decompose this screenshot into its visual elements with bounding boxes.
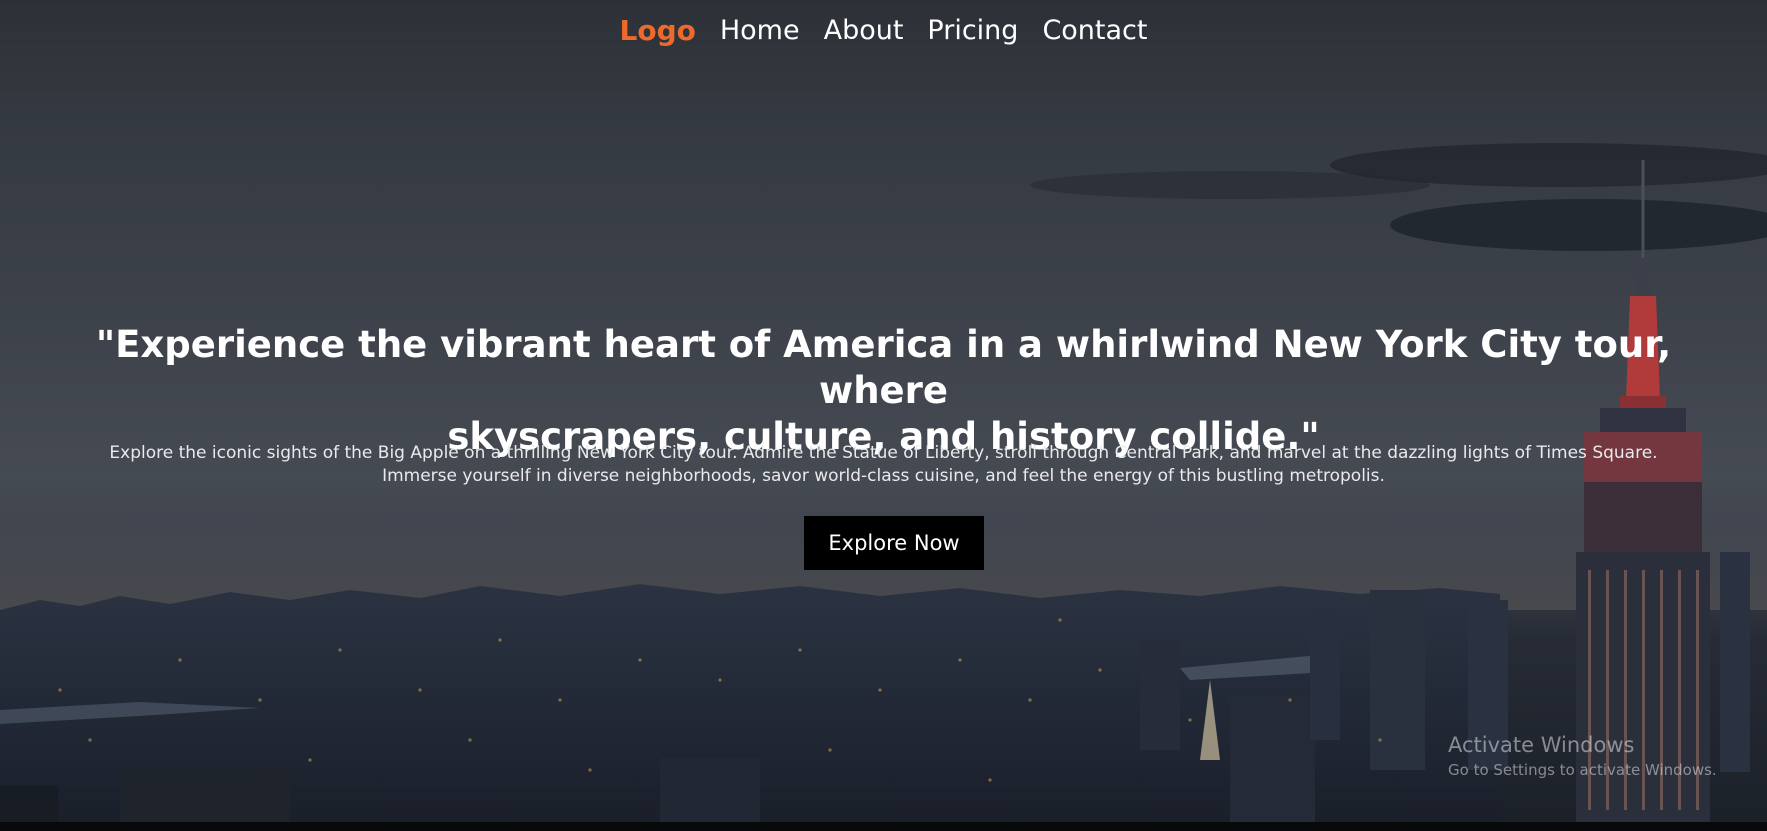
hero-section: Logo Home About Pricing Contact "Experie… — [0, 0, 1767, 822]
hero-headline: "Experience the vibrant heart of America… — [60, 322, 1707, 460]
activate-windows-watermark: Activate Windows Go to Settings to activ… — [1448, 733, 1717, 779]
logo[interactable]: Logo — [620, 14, 696, 47]
nav-link-about[interactable]: About — [824, 15, 904, 46]
top-nav: Logo Home About Pricing Contact — [0, 14, 1767, 47]
description-line-2: Immerse yourself in diverse neighborhood… — [382, 466, 1385, 486]
description-line-1: Explore the iconic sights of the Big App… — [109, 443, 1658, 463]
hero-description: Explore the iconic sights of the Big App… — [40, 442, 1727, 488]
nav-link-contact[interactable]: Contact — [1042, 15, 1147, 46]
headline-line-1: "Experience the vibrant heart of America… — [95, 323, 1672, 412]
nav-link-home[interactable]: Home — [720, 15, 800, 46]
bottom-edge-bar — [0, 822, 1767, 831]
watermark-title: Activate Windows — [1448, 733, 1635, 757]
nav-link-pricing[interactable]: Pricing — [927, 15, 1018, 46]
watermark-subtitle: Go to Settings to activate Windows. — [1448, 761, 1717, 779]
explore-now-button[interactable]: Explore Now — [804, 516, 984, 570]
skyscraper-illustration — [1576, 160, 1710, 822]
